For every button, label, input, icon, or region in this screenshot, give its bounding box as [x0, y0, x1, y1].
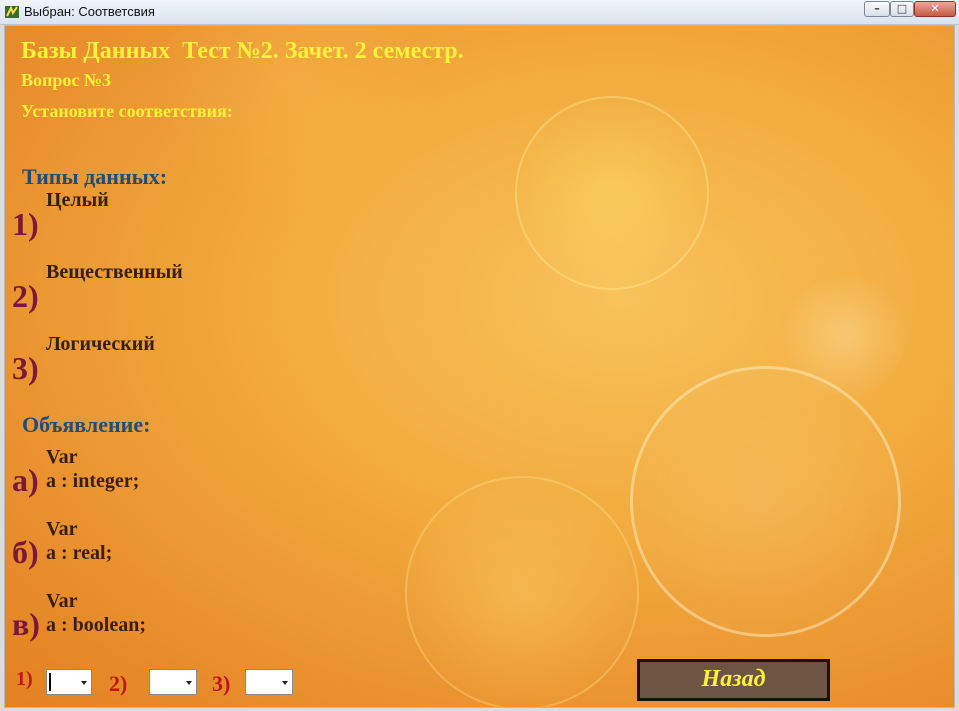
type-label: Логический — [46, 333, 155, 355]
bokeh-decoration — [630, 366, 901, 637]
bokeh-decoration — [405, 476, 639, 707]
declaration-letter: б) — [12, 534, 39, 570]
declaration-heading: Объявление: — [22, 412, 151, 437]
answer-select-3[interactable] — [245, 669, 293, 695]
types-heading: Типы данных: — [22, 164, 168, 189]
type-number: 3) — [12, 350, 39, 386]
instruction-text: Установите соответствия: — [21, 101, 233, 121]
minimize-icon[interactable]: – — [864, 1, 890, 17]
type-label: Вещественный — [46, 261, 183, 283]
question-number: Вопрос №3 — [21, 70, 111, 90]
dropdown-arrow-icon[interactable] — [282, 681, 288, 685]
declaration-line: a : boolean; — [46, 614, 146, 636]
maximize-icon[interactable]: □ — [890, 1, 914, 17]
answer-label-2: 2) — [109, 671, 128, 696]
answer-select-2[interactable] — [149, 669, 197, 695]
window-title: Выбран: Соответсвия — [24, 4, 155, 19]
declaration-line: a : real; — [46, 542, 113, 564]
declaration-letter: в) — [12, 606, 40, 642]
answer-label-1: 1) — [16, 668, 33, 690]
type-number: 1) — [12, 206, 39, 242]
answer-select-1[interactable] — [46, 669, 92, 695]
page-title: Базы Данных Тест №2. Зачет. 2 семестр. — [21, 38, 464, 64]
test-form: Базы Данных Тест №2. Зачет. 2 семестр. В… — [4, 25, 955, 708]
dropdown-arrow-icon[interactable] — [81, 681, 87, 685]
answer-label-3: 3) — [212, 671, 231, 696]
declaration-letter: а) — [12, 462, 39, 498]
type-number: 2) — [12, 278, 39, 314]
type-label: Целый — [46, 189, 109, 211]
declaration-line: a : integer; — [46, 470, 140, 492]
window-title-bar: Выбран: Соответсвия – □ ✕ — [0, 0, 959, 25]
dropdown-arrow-icon[interactable] — [186, 681, 192, 685]
app-icon — [5, 5, 19, 18]
bokeh-decoration — [515, 96, 709, 290]
close-icon[interactable]: ✕ — [914, 1, 956, 17]
declaration-line: Var — [46, 518, 78, 540]
text-cursor — [49, 673, 51, 691]
declaration-line: Var — [46, 446, 78, 468]
back-button[interactable]: Назад — [637, 659, 830, 701]
bokeh-decoration — [785, 276, 905, 396]
declaration-line: Var — [46, 590, 78, 612]
